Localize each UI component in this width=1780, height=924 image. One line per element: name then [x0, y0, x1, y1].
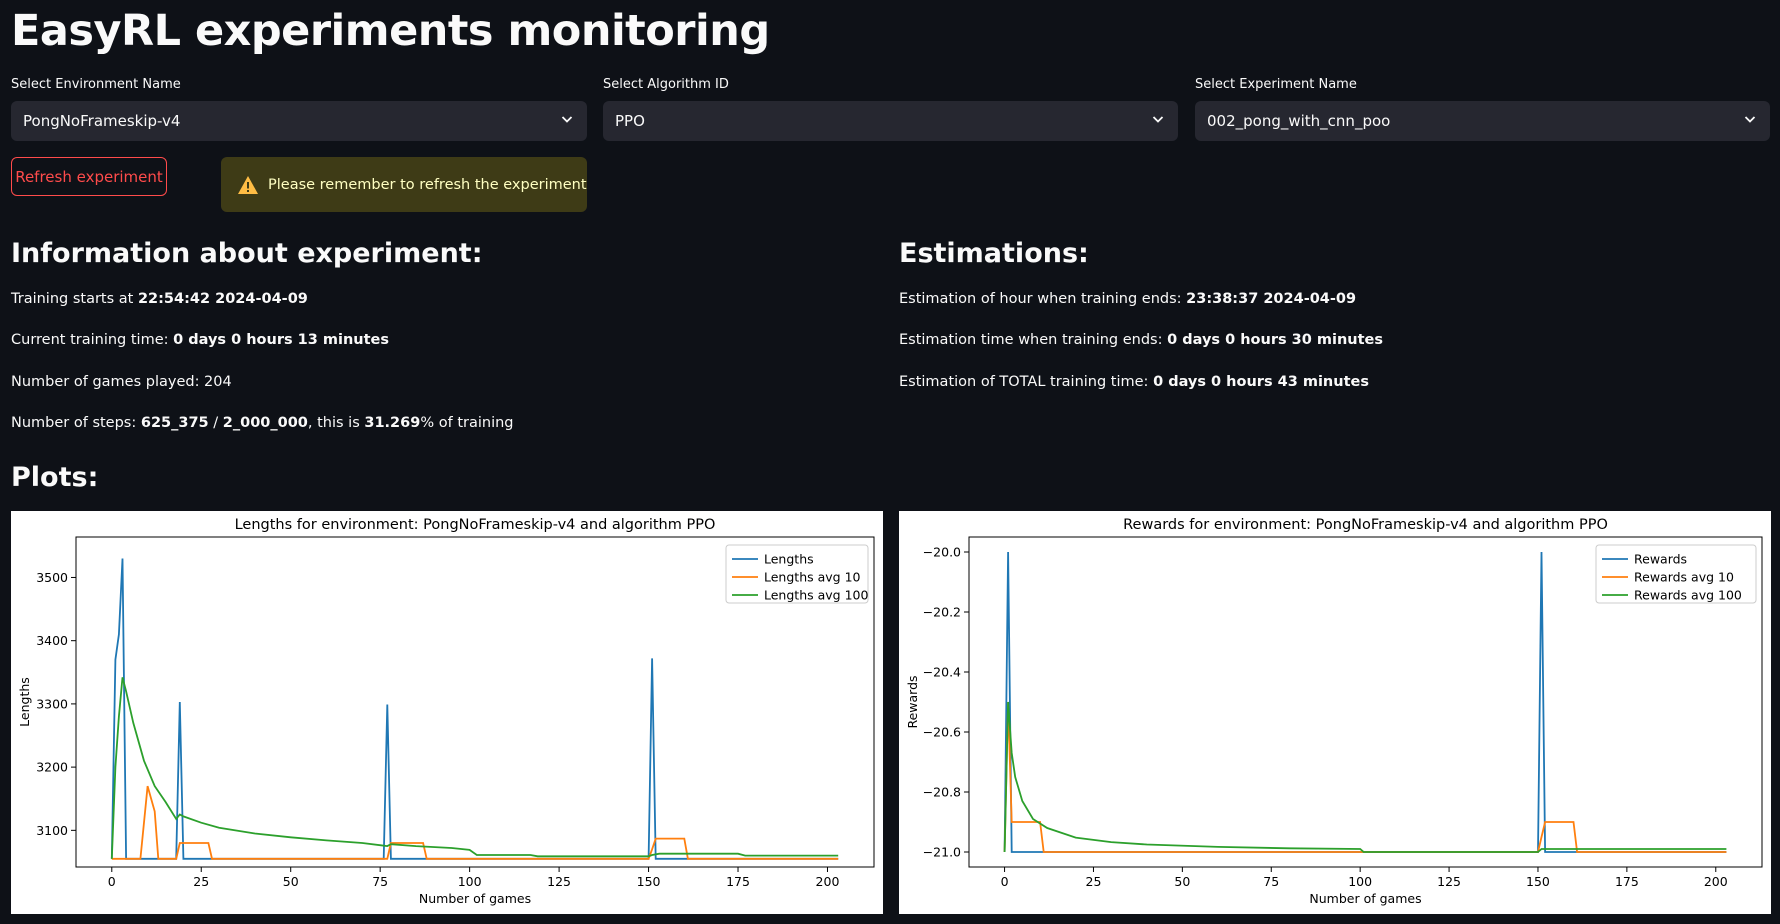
x-tick-label: 125: [547, 874, 571, 889]
y-tick-label: 3100: [36, 823, 68, 838]
x-axis-label: Number of games: [419, 891, 531, 906]
environment-select[interactable]: PongNoFrameskip-v4: [11, 101, 587, 141]
x-tick-label: 200: [1704, 874, 1728, 889]
training-start-label: Training starts at: [11, 291, 138, 307]
chevron-down-icon: [559, 111, 575, 131]
lengths-chart: Lengths for environment: PongNoFrameskip…: [17, 517, 875, 906]
warning-text: Please remember to refresh the experimen…: [268, 176, 587, 193]
x-tick-label: 150: [1526, 874, 1550, 889]
refresh-experiment-button[interactable]: Refresh experiment: [11, 157, 167, 196]
x-axis-label: Number of games: [1309, 891, 1421, 906]
x-tick-label: 125: [1437, 874, 1461, 889]
chevron-down-icon: [1150, 111, 1166, 131]
legend-label: Lengths: [764, 552, 814, 567]
y-axis-label: Lengths: [17, 677, 32, 727]
y-tick-label: 3500: [36, 570, 68, 585]
current-time-label: Current training time:: [11, 332, 174, 348]
y-tick-label: −20.8: [923, 785, 961, 800]
time-left-value: 0 days 0 hours 30 minutes: [1167, 332, 1384, 348]
games-played-line: Number of games played: 204: [11, 374, 232, 390]
x-tick-label: 175: [1615, 874, 1639, 889]
series-line-3: [1003, 701, 1727, 853]
series-line-1: [110, 558, 839, 860]
total-time-label: Estimation of TOTAL training time:: [899, 374, 1154, 390]
algorithm-select-label: Select Algorithm ID: [603, 77, 729, 92]
x-tick-label: 75: [1263, 874, 1279, 889]
end-hour-value: 23:38:37 2024-04-09: [1186, 291, 1357, 307]
current-time-line: Current training time: 0 days 0 hours 13…: [11, 332, 389, 348]
training-start-value: 22:54:42 2024-04-09: [137, 291, 308, 307]
x-tick-label: 25: [1086, 874, 1102, 889]
series-line-3: [110, 677, 839, 859]
x-tick-label: 100: [458, 874, 482, 889]
x-tick-label: 150: [637, 874, 661, 889]
y-tick-label: 3200: [36, 760, 68, 775]
time-left-label: Estimation time when training ends:: [899, 332, 1168, 348]
end-hour-line: Estimation of hour when training ends: 2…: [899, 291, 1356, 307]
plots-heading: Plots:: [11, 462, 99, 493]
steps-suffix: % of training: [420, 415, 514, 431]
info-heading: Information about experiment:: [11, 238, 483, 269]
algorithm-select-value: PPO: [615, 112, 645, 130]
x-tick-label: 175: [726, 874, 750, 889]
x-tick-label: 100: [1348, 874, 1372, 889]
algorithm-select[interactable]: PPO: [603, 101, 1178, 141]
time-left-line: Estimation time when training ends: 0 da…: [899, 332, 1383, 348]
warning-triangle-icon: [238, 175, 258, 194]
estimations-heading: Estimations:: [899, 238, 1089, 269]
y-axis-label: Rewards: [905, 675, 920, 728]
steps-value: 625_375: [140, 415, 209, 431]
page-title: EasyRL experiments monitoring: [11, 6, 770, 56]
legend-label: Lengths avg 10: [764, 570, 861, 585]
y-tick-label: −20.4: [923, 665, 961, 680]
end-hour-label: Estimation of hour when training ends:: [899, 291, 1187, 307]
y-tick-label: 3300: [36, 696, 68, 711]
experiment-select-value: 002_pong_with_cnn_poo: [1207, 112, 1391, 130]
legend-label: Rewards: [1634, 552, 1687, 567]
experiment-select-label: Select Experiment Name: [1195, 77, 1357, 92]
chart-title: Lengths for environment: PongNoFrameskip…: [235, 517, 716, 533]
steps-label: Number of steps:: [11, 415, 141, 431]
chevron-down-icon: [1742, 111, 1758, 131]
total-time-value: 0 days 0 hours 43 minutes: [1153, 374, 1369, 390]
series-line-2: [111, 785, 839, 860]
training-start-line: Training starts at 22:54:42 2024-04-09: [11, 291, 308, 307]
x-tick-label: 50: [283, 874, 299, 889]
y-tick-label: −20.6: [923, 725, 961, 740]
steps-sep: /: [208, 415, 223, 431]
steps-line: Number of steps: 625_375 / 2_000_000, th…: [11, 415, 514, 431]
x-tick-label: 50: [1174, 874, 1190, 889]
lengths-plot: Lengths for environment: PongNoFrameskip…: [11, 511, 883, 914]
steps-mid: , this is: [307, 415, 365, 431]
chart-title: Rewards for environment: PongNoFrameskip…: [1123, 517, 1608, 533]
rewards-plot: Rewards for environment: PongNoFrameskip…: [899, 511, 1771, 914]
series-line-2: [1003, 701, 1727, 853]
refresh-warning-alert: Please remember to refresh the experimen…: [221, 157, 587, 212]
rewards-chart: Rewards for environment: PongNoFrameskip…: [905, 517, 1763, 906]
environment-select-label: Select Environment Name: [11, 77, 181, 92]
total-time-line: Estimation of TOTAL training time: 0 day…: [899, 374, 1369, 390]
x-tick-label: 75: [372, 874, 388, 889]
legend-label: Rewards avg 100: [1634, 588, 1742, 603]
y-tick-label: −20.0: [923, 545, 961, 560]
steps-total: 2_000_000: [222, 415, 308, 431]
environment-select-value: PongNoFrameskip-v4: [23, 112, 181, 130]
x-tick-label: 25: [193, 874, 209, 889]
y-tick-label: 3400: [36, 633, 68, 648]
y-tick-label: −20.2: [923, 605, 961, 620]
y-tick-label: −21.0: [923, 845, 961, 860]
current-time-value: 0 days 0 hours 13 minutes: [173, 332, 390, 348]
experiment-select[interactable]: 002_pong_with_cnn_poo: [1195, 101, 1770, 141]
legend-label: Rewards avg 10: [1634, 570, 1734, 585]
x-tick-label: 0: [1001, 874, 1009, 889]
x-tick-label: 0: [108, 874, 116, 889]
legend-label: Lengths avg 100: [764, 588, 868, 603]
x-tick-label: 200: [816, 874, 840, 889]
steps-percent: 31.269: [364, 415, 421, 431]
